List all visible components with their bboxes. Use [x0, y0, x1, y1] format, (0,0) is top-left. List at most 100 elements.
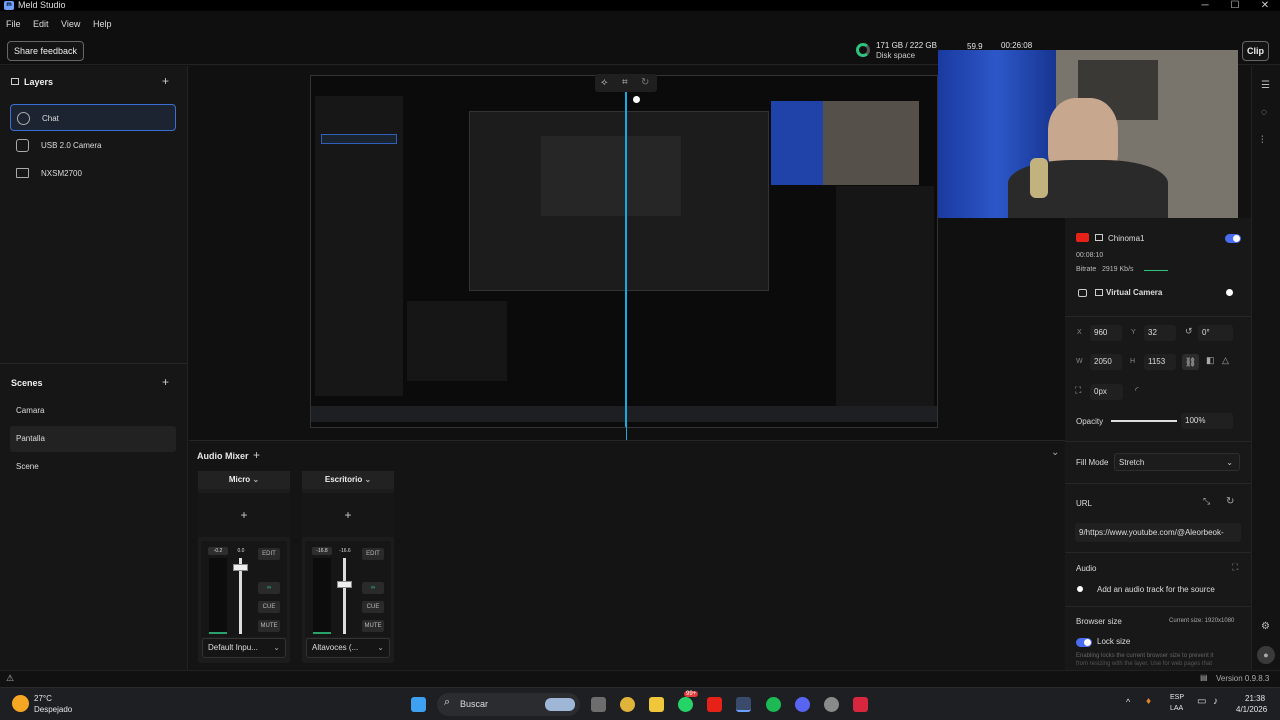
volume-icon[interactable]: ♪ [1213, 696, 1218, 707]
chrome-icon[interactable] [620, 697, 635, 712]
virtual-camera-status[interactable] [1226, 289, 1233, 296]
corner-radius-input[interactable]: 0px [1090, 384, 1123, 400]
strip-name[interactable]: Escritorio ⌄ [302, 471, 394, 489]
snap-icon[interactable]: ⟡ [601, 77, 608, 88]
mute-button[interactable]: MUTE [362, 620, 384, 632]
volume-knob[interactable] [337, 580, 352, 588]
url-input[interactable]: 9/https://www.youtube.com/@Aleorbeok- [1075, 523, 1241, 542]
meld-studio-icon[interactable] [736, 697, 751, 712]
file-explorer-icon[interactable] [649, 697, 664, 712]
settings-app-icon[interactable] [824, 697, 839, 712]
layer-item-chat[interactable]: Chat [10, 104, 176, 131]
chat-icon[interactable]: ◌ [1261, 107, 1267, 118]
input-device-select[interactable]: Default Inpu... ⌄ [202, 638, 286, 658]
stream-toggle[interactable] [1225, 234, 1241, 243]
layer-label: USB 2.0 Camera [41, 141, 102, 150]
audio-track-radio[interactable] [1077, 586, 1083, 592]
edit-button[interactable]: EDIT [362, 548, 384, 560]
nested-layer-selected [321, 134, 397, 144]
volume-slider[interactable] [337, 558, 352, 634]
menu-help[interactable]: Help [93, 11, 112, 38]
menu-edit[interactable]: Edit [33, 11, 49, 38]
add-audio-source-button[interactable]: + [253, 448, 260, 462]
corner-style-icon[interactable]: ◜ [1135, 385, 1139, 396]
layer-item-usb-camera[interactable]: USB 2.0 Camera [10, 132, 176, 159]
program-preview[interactable] [310, 75, 938, 428]
menu-file[interactable]: File [6, 11, 21, 38]
volume-knob[interactable] [233, 564, 248, 572]
layer-label: NXSM2700 [41, 169, 82, 178]
menu-view[interactable]: View [61, 11, 80, 38]
lock-size-note: Enabling locks the current browser size … [1076, 653, 1214, 659]
link-icon[interactable]: ∞ [362, 582, 384, 594]
volume-slider[interactable] [233, 558, 248, 634]
audio-settings-icon[interactable]: ⛶ [1232, 562, 1238, 573]
mute-button[interactable]: MUTE [258, 620, 280, 632]
clip-button[interactable]: Clip [1242, 41, 1269, 61]
task-view-icon[interactable] [591, 697, 606, 712]
add-filter-button[interactable]: + [198, 493, 290, 537]
audio-icon[interactable]: ⫶ [1261, 135, 1264, 146]
language-code[interactable]: ESP [1170, 694, 1184, 701]
flip-vertical-icon[interactable]: △ [1222, 355, 1229, 366]
crop-icon[interactable]: ⌗ [622, 77, 628, 88]
fill-mode-select[interactable]: Stretch ⌄ [1114, 453, 1240, 471]
maximize-button[interactable]: ☐ [1220, 0, 1250, 11]
collapse-mixer-icon[interactable]: ⌄ [1051, 447, 1059, 458]
cue-button[interactable]: CUE [362, 601, 384, 613]
interact-icon[interactable]: ⤡ [1203, 496, 1210, 507]
clock-time[interactable]: 21:38 [1245, 694, 1265, 703]
spotify-icon[interactable] [766, 697, 781, 712]
microphone-icon[interactable]: ♦ [1146, 696, 1151, 707]
warning-icon[interactable]: ⚠ [6, 673, 14, 684]
link-icon[interactable]: ∞ [258, 582, 280, 594]
close-button[interactable]: ✕ [1250, 0, 1280, 11]
session-timer: 00:26:08 [1001, 41, 1033, 50]
cue-button[interactable]: CUE [258, 601, 280, 613]
minimize-button[interactable]: ─ [1190, 0, 1220, 11]
opacity-input[interactable]: 100% [1181, 413, 1233, 429]
add-scene-button[interactable]: + [162, 375, 169, 389]
h-input[interactable]: 1153 [1144, 354, 1176, 370]
x-input[interactable]: 960 [1090, 325, 1122, 341]
scene-item-scene[interactable]: Scene [10, 454, 176, 480]
youtube-icon[interactable] [707, 697, 722, 712]
flip-horizontal-icon[interactable]: ◧ [1206, 355, 1215, 366]
share-feedback-button[interactable]: Share feedback [7, 41, 84, 61]
app-logo-icon: m [4, 1, 14, 10]
microphone [1030, 158, 1048, 198]
w-input[interactable]: 2050 [1090, 354, 1122, 370]
clock-date[interactable]: 4/1/2026 [1236, 705, 1267, 714]
rotation-handle[interactable] [633, 96, 640, 103]
properties-icon[interactable]: ☰ [1261, 80, 1270, 91]
scene-item-camara[interactable]: Camara [10, 398, 176, 424]
refresh-icon[interactable]: ↻ [1226, 496, 1234, 507]
webcam-source[interactable] [938, 50, 1238, 218]
whatsapp-icon[interactable] [678, 697, 693, 712]
add-layer-button[interactable]: + [162, 74, 169, 88]
app-icon[interactable] [853, 697, 868, 712]
lock-size-toggle[interactable] [1076, 638, 1092, 647]
opacity-slider[interactable] [1111, 420, 1177, 422]
settings-icon[interactable]: ⚙ [1261, 621, 1270, 632]
strip-name[interactable]: Micro ⌄ [198, 471, 290, 489]
layer-item-nxsm2700[interactable]: NXSM2700 [10, 160, 176, 187]
edit-button[interactable]: EDIT [258, 548, 280, 560]
y-input[interactable]: 32 [1144, 325, 1176, 341]
output-device-select[interactable]: Altavoces (... ⌄ [306, 638, 390, 658]
scene-item-pantalla[interactable]: Pantalla [10, 426, 176, 452]
tray-chevron-icon[interactable]: ^ [1126, 697, 1130, 707]
windows-start-icon[interactable] [411, 697, 426, 712]
user-avatar-icon[interactable]: ● [1257, 646, 1275, 664]
aspect-lock-icon[interactable]: ⛓ [1182, 354, 1199, 370]
rotation-input[interactable]: 0° [1198, 325, 1233, 341]
discord-icon[interactable] [795, 697, 810, 712]
properties-panel: Chinoma1 00:08:10 Bitrate 2919 Kb/s Virt… [1065, 218, 1251, 670]
add-filter-button[interactable]: + [302, 493, 394, 537]
keyboard-layout[interactable]: LAA [1170, 705, 1183, 712]
weather-icon[interactable] [12, 695, 29, 712]
network-icon[interactable]: ▭ [1197, 696, 1206, 707]
level-meter [209, 558, 227, 634]
rotate-icon[interactable]: ↻ [641, 77, 649, 88]
taskbar-search[interactable]: ⌕ Buscar [437, 693, 580, 716]
